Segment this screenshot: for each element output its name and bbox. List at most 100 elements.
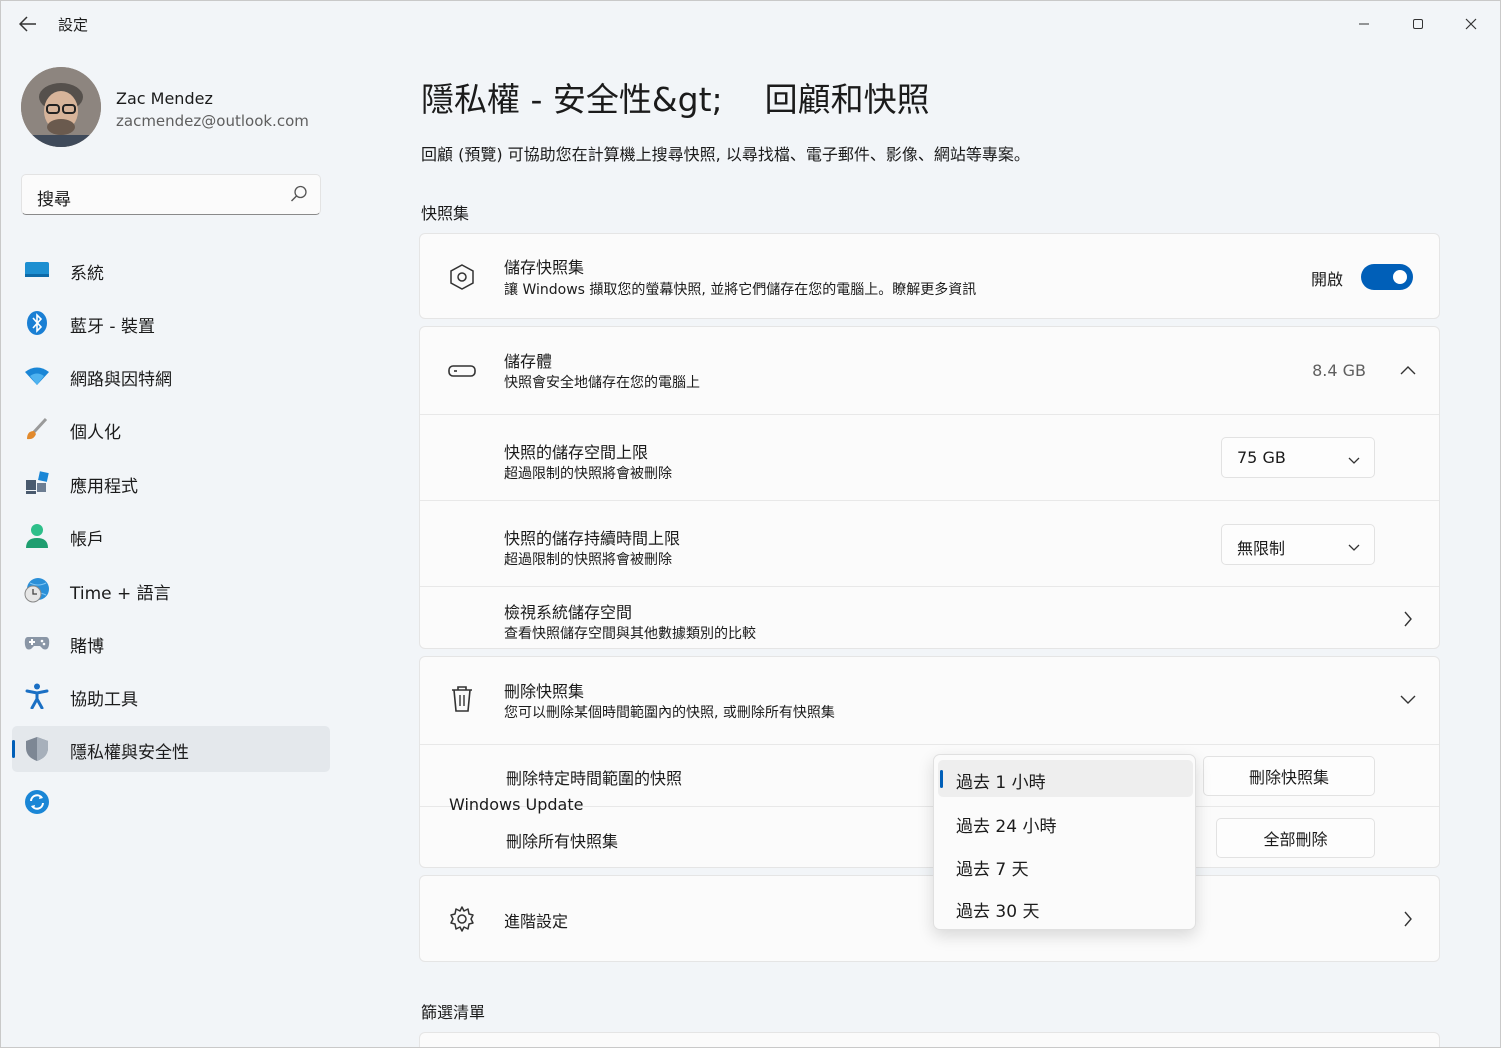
save-snapshots-card: 儲存快照集 讓 Windows 擷取您的螢幕快照, 並將它們儲存在您的電腦上。瞭… <box>419 233 1440 319</box>
storage-limit-dropdown[interactable]: 75 GB <box>1221 437 1375 478</box>
shield-icon <box>24 736 50 762</box>
sidebar-item-time-language[interactable]: Time + 語言 <box>12 567 330 613</box>
close-button[interactable] <box>1456 9 1486 39</box>
flyout-option[interactable]: 過去 30 天 <box>938 889 1193 926</box>
flyout-option-label: 過去 7 天 <box>956 860 1029 880</box>
flyout-option[interactable]: 過去 24 小時 <box>938 804 1193 841</box>
snapshot-icon <box>448 263 476 291</box>
sidebar-item-accessibility[interactable]: 協助工具 <box>12 673 330 719</box>
view-storage-row[interactable]: 檢視系統儲存空間 查看快照儲存空間與其他數據類別的比較 <box>420 586 1439 650</box>
system-display-icon <box>24 257 50 283</box>
wifi-icon <box>24 363 50 389</box>
trash-icon <box>448 685 476 713</box>
paintbrush-icon <box>24 416 50 442</box>
advanced-settings-title: 進階設定 <box>504 912 569 931</box>
flyout-option-label: 過去 24 小時 <box>956 817 1057 837</box>
duration-limit-subtitle: 超過限制的快照將會被刪除 <box>504 552 672 568</box>
storage-card: 儲存體 快照會安全地儲存在您的電腦上 8.4 GB 快照的儲存空間上限 超過限制… <box>419 326 1440 649</box>
accessibility-icon <box>24 683 50 709</box>
view-storage-subtitle: 查看快照儲存空間與其他數據類別的比較 <box>504 626 756 642</box>
save-snapshots-toggle[interactable] <box>1361 264 1413 290</box>
storage-header-row[interactable]: 儲存體 快照會安全地儲存在您的電腦上 8.4 GB <box>420 327 1439 414</box>
sidebar-item-label: Time + 語言 <box>70 584 171 604</box>
arrow-left-icon <box>19 16 36 32</box>
flyout-option-label: 過去 30 天 <box>956 902 1040 922</box>
advanced-settings-card[interactable]: 進階設定 <box>419 875 1440 962</box>
flyout-option[interactable]: 過去 1 小時 <box>938 760 1193 797</box>
chevron-right-icon <box>1397 908 1419 930</box>
sidebar-item-label: 藍牙 - 裝置 <box>70 317 155 337</box>
storage-limit-row: 快照的儲存空間上限 超過限制的快照將會被刪除 75 GB <box>420 414 1439 500</box>
sidebar-item-accounts[interactable]: 帳戶 <box>12 513 330 559</box>
sidebar-item-label: 應用程式 <box>70 477 138 497</box>
selection-indicator <box>12 740 15 758</box>
apps-icon <box>24 470 50 496</box>
delete-snapshots-title: 刪除快照集 <box>504 682 585 701</box>
gamepad-icon <box>24 630 50 656</box>
settings-window: 設定 Zac Mendez zacmendez@outlook.com 搜尋 系… <box>0 0 1501 1048</box>
sidebar-item-label: 系統 <box>70 264 104 284</box>
delete-all-button[interactable]: 全部刪除 <box>1216 818 1375 858</box>
maximize-button[interactable] <box>1403 9 1433 39</box>
user-name: Zac Mendez <box>116 89 213 108</box>
sidebar-item-label: 個人化 <box>70 423 121 443</box>
save-snapshots-subtitle: 讓 Windows 擷取您的螢幕快照, 並將它們儲存在您的電腦上。瞭解更多資訊 <box>504 282 977 298</box>
sidebar-item-windows-update[interactable] <box>12 779 330 825</box>
bluetooth-icon <box>24 310 50 336</box>
page-title: 隱私權 - 安全性&gt; 回顧和快照 <box>421 80 930 119</box>
user-email: zacmendez@outlook.com <box>116 112 309 130</box>
minimize-icon <box>1359 23 1369 25</box>
sidebar-item-gaming[interactable]: 賭博 <box>12 620 330 666</box>
delete-snapshots-subtitle: 您可以刪除某個時間範圍內的快照, 或刪除所有快照集 <box>504 705 835 721</box>
selection-indicator <box>940 770 943 788</box>
storage-drive-icon <box>448 357 476 385</box>
sidebar-item-label: 網路與因特網 <box>70 370 172 390</box>
sidebar-item-network[interactable]: 網路與因特網 <box>12 353 330 399</box>
sidebar-item-apps[interactable]: 應用程式 <box>12 460 330 506</box>
app-title: 設定 <box>58 16 89 34</box>
section-label-snapshots: 快照集 <box>421 204 470 223</box>
chevron-down-icon[interactable] <box>1397 689 1419 711</box>
duration-limit-title: 快照的儲存持續時間上限 <box>504 529 681 548</box>
search-placeholder: 搜尋 <box>37 190 71 210</box>
sidebar-item-bluetooth[interactable]: 藍牙 - 裝置 <box>12 300 330 346</box>
delete-snapshots-header-row[interactable]: 刪除快照集 您可以刪除某個時間範圍內的快照, 或刪除所有快照集 <box>420 657 1439 744</box>
search-input[interactable]: 搜尋 <box>21 174 321 215</box>
dropdown-value: 75 GB <box>1237 448 1286 467</box>
sidebar-item-label: 隱私權與安全性 <box>70 743 189 763</box>
delete-range-label: 刪除特定時間範圍的快照 <box>506 769 683 788</box>
toggle-knob <box>1393 270 1407 284</box>
windows-update-icon <box>24 789 50 815</box>
sidebar-item-label: 賭博 <box>70 637 104 657</box>
dropdown-value: 無限制 <box>1237 539 1286 558</box>
sidebar-item-privacy-security[interactable]: 隱私權與安全性 <box>12 726 330 772</box>
storage-title: 儲存體 <box>504 352 553 371</box>
delete-snapshots-card: 刪除快照集 您可以刪除某個時間範圍內的快照, 或刪除所有快照集 刪除特定時間範圍… <box>419 656 1440 868</box>
windows-update-label: Windows Update <box>449 795 584 814</box>
minimize-button[interactable] <box>1349 9 1379 39</box>
filter-list-card[interactable] <box>419 1032 1440 1047</box>
delete-all-row: 刪除所有快照集 全部刪除 <box>420 806 1439 869</box>
back-button[interactable] <box>15 11 41 37</box>
chevron-up-icon[interactable] <box>1397 359 1419 381</box>
toggle-state-label: 開啟 <box>1310 270 1343 289</box>
gear-icon <box>448 905 476 933</box>
storage-used-value: 8.4 GB <box>1312 361 1366 380</box>
flyout-option[interactable]: 過去 7 天 <box>938 847 1193 884</box>
chevron-down-icon <box>1348 450 1360 469</box>
sidebar-item-system[interactable]: 系統 <box>12 247 330 293</box>
view-storage-title: 檢視系統儲存空間 <box>504 603 633 622</box>
duration-limit-row: 快照的儲存持續時間上限 超過限制的快照將會被刪除 無限制 <box>420 500 1439 586</box>
sidebar-item-personalization[interactable]: 個人化 <box>12 406 330 452</box>
section-label-filter: 篩選清單 <box>421 1003 486 1022</box>
storage-subtitle: 快照會安全地儲存在您的電腦上 <box>504 375 700 391</box>
search-icon <box>290 185 308 207</box>
close-icon <box>1465 18 1477 30</box>
save-snapshots-title: 儲存快照集 <box>504 258 585 277</box>
page-description: 回顧 (預覽) 可協助您在計算機上搜尋快照, 以尋找檔、電子郵件、影像、網站等專… <box>421 145 1030 164</box>
globe-clock-icon <box>24 577 50 603</box>
duration-limit-dropdown[interactable]: 無限制 <box>1221 524 1375 565</box>
time-range-flyout: 過去 1 小時 過去 24 小時 過去 7 天 過去 30 天 <box>933 754 1196 930</box>
delete-range-button[interactable]: 刪除快照集 <box>1203 756 1375 796</box>
avatar[interactable] <box>21 67 101 147</box>
